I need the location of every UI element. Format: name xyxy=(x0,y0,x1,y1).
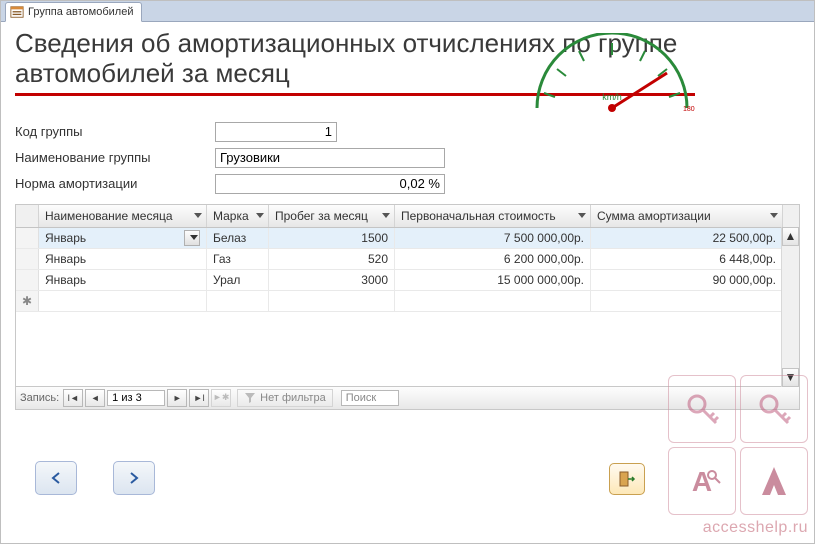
col-header-month[interactable]: Наименование месяца xyxy=(39,205,207,227)
record-position-input[interactable] xyxy=(107,390,165,406)
cell-month[interactable]: Январь xyxy=(39,270,207,290)
prev-record-button[interactable] xyxy=(35,461,77,495)
input-depreciation-rate[interactable] xyxy=(215,174,445,194)
input-group-name[interactable] xyxy=(215,148,445,168)
arrow-right-icon xyxy=(127,471,141,485)
scroll-up-button[interactable]: ▲ xyxy=(782,227,799,246)
table-row[interactable]: Январь Белаз 1500 7 500 000,00р. 22 500,… xyxy=(16,228,799,249)
table-row[interactable]: Январь Урал 3000 15 000 000,00р. 90 000,… xyxy=(16,270,799,291)
label-group-code: Код группы xyxy=(15,124,215,139)
sort-icon xyxy=(256,213,264,218)
access-key-icon xyxy=(668,375,736,443)
input-group-code[interactable] xyxy=(215,122,337,142)
vertical-scrollbar[interactable]: ▲ ▼ xyxy=(781,227,799,387)
row-selector[interactable] xyxy=(16,228,39,248)
cell-mileage[interactable]: 520 xyxy=(269,249,395,269)
col-header-cost[interactable]: Первоначальная стоимость xyxy=(395,205,591,227)
cell-mileage[interactable]: 1500 xyxy=(269,228,395,248)
nav-prev-button[interactable]: ◄ xyxy=(85,389,105,407)
filter-status[interactable]: Нет фильтра xyxy=(237,389,333,407)
nav-next-button[interactable]: ► xyxy=(167,389,187,407)
nav-new-button[interactable]: ►✱ xyxy=(211,389,231,407)
close-form-button[interactable] xyxy=(609,463,645,495)
cell-month[interactable]: Январь xyxy=(39,249,207,269)
subform-search-input[interactable] xyxy=(341,390,399,406)
cell-brand[interactable]: Газ xyxy=(207,249,269,269)
access-key-icon xyxy=(740,375,808,443)
cell-cost[interactable]: 6 200 000,00р. xyxy=(395,249,591,269)
sort-icon xyxy=(382,213,390,218)
col-header-mileage[interactable]: Пробег за месяц xyxy=(269,205,395,227)
next-record-button[interactable] xyxy=(113,461,155,495)
arrow-left-icon xyxy=(49,471,63,485)
cell-deprec[interactable]: 22 500,00р. xyxy=(591,228,783,248)
sort-icon xyxy=(194,213,202,218)
cell-deprec[interactable]: 90 000,00р. xyxy=(591,270,783,290)
row-selector[interactable] xyxy=(16,270,39,290)
watermark-site: accesshelp.ru xyxy=(668,519,808,537)
nav-last-button[interactable]: ►I xyxy=(189,389,209,407)
nav-first-button[interactable]: I◄ xyxy=(63,389,83,407)
label-group-name: Наименование группы xyxy=(15,150,215,165)
tab-bar: Группа автомобилей xyxy=(1,1,814,22)
cell-month[interactable]: Январь xyxy=(39,228,207,248)
cell-cost[interactable]: 7 500 000,00р. xyxy=(395,228,591,248)
row-selector[interactable] xyxy=(16,249,39,269)
watermark: A accesshelp.ru xyxy=(668,375,808,537)
row-selector-header[interactable] xyxy=(16,205,39,227)
cell-brand[interactable]: Белаз xyxy=(207,228,269,248)
svg-text:180: 180 xyxy=(683,106,695,113)
sort-icon xyxy=(578,213,586,218)
cell-brand[interactable]: Урал xyxy=(207,270,269,290)
col-header-brand[interactable]: Марка xyxy=(207,205,269,227)
dropdown-button[interactable] xyxy=(184,230,200,246)
label-depreciation-rate: Норма амортизации xyxy=(15,176,215,191)
svg-text:A: A xyxy=(692,466,712,497)
col-header-deprec[interactable]: Сумма амортизации xyxy=(591,205,783,227)
cell-mileage[interactable]: 3000 xyxy=(269,270,395,290)
speedometer-icon: km/h 180 xyxy=(527,33,697,113)
svg-text:km/h: km/h xyxy=(602,92,622,102)
tab-vehicle-group[interactable]: Группа автомобилей xyxy=(5,2,142,22)
access-a-icon xyxy=(740,447,808,515)
recnav-label: Запись: xyxy=(20,392,59,404)
cell-cost[interactable]: 15 000 000,00р. xyxy=(395,270,591,290)
table-row-new[interactable]: ✱ xyxy=(16,291,799,312)
access-a-icon: A xyxy=(668,447,736,515)
sort-icon xyxy=(770,213,778,218)
form-icon xyxy=(10,5,24,19)
table-row[interactable]: Январь Газ 520 6 200 000,00р. 6 448,00р. xyxy=(16,249,799,270)
tab-label: Группа автомобилей xyxy=(28,6,133,18)
cell-deprec[interactable]: 6 448,00р. xyxy=(591,249,783,269)
row-selector-new[interactable]: ✱ xyxy=(16,291,39,311)
exit-door-icon xyxy=(618,470,636,488)
funnel-icon xyxy=(244,392,256,404)
grid-header: Наименование месяца Марка Пробег за меся… xyxy=(16,205,799,228)
